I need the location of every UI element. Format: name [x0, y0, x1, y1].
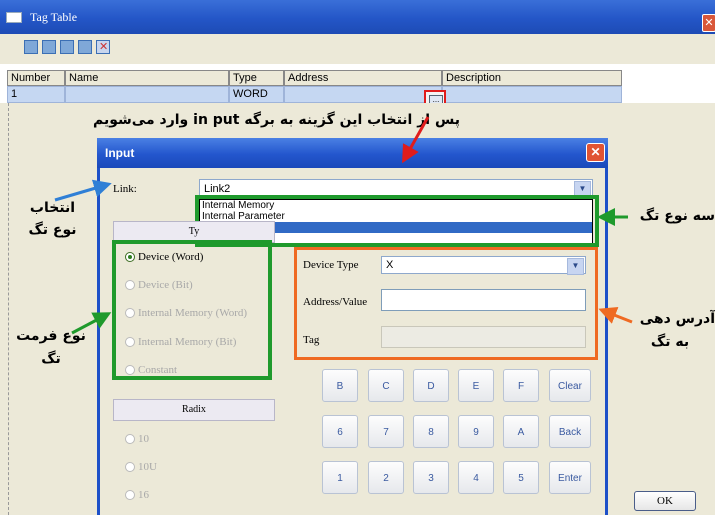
arrow-orange: [598, 307, 633, 324]
annotation-arrows: [54, 116, 633, 335]
arrow-blue: [54, 179, 112, 202]
arrow-green-left: [71, 312, 112, 335]
arrow-red: [402, 116, 430, 164]
